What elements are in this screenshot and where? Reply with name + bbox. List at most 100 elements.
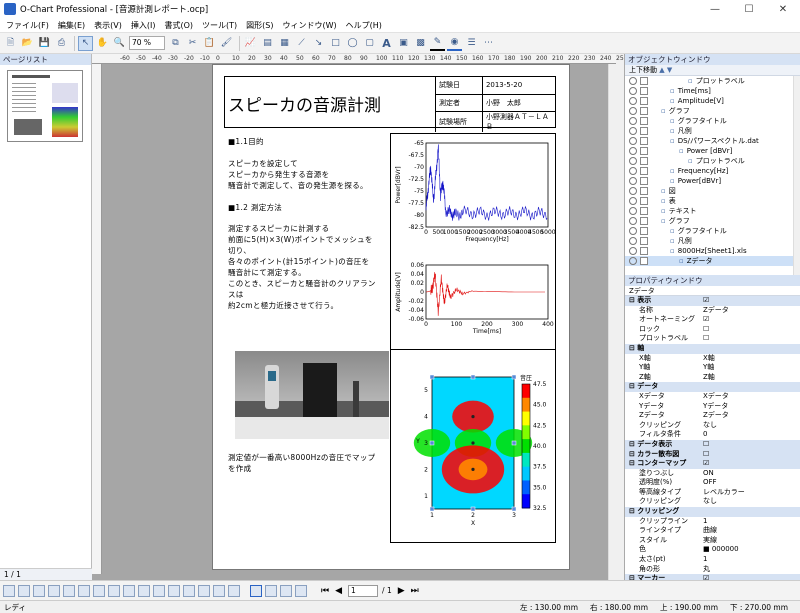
visibility-icon[interactable] [629,157,637,165]
tree-item[interactable]: ▫ テキスト [625,206,800,216]
property-value[interactable]: ☑ [703,459,800,469]
tree-item[interactable]: ▫ 表 [625,196,800,206]
lock-checkbox[interactable] [640,117,648,125]
lock-checkbox[interactable] [640,247,648,255]
property-row[interactable]: ロック ☐ [625,325,800,335]
lock-checkbox[interactable] [640,97,648,105]
property-value[interactable]: Zデータ [703,411,800,421]
property-row[interactable]: ⊟ 表示 ☑ [625,296,800,306]
property-value[interactable]: なし [703,421,800,431]
property-value[interactable]: Yデータ [703,402,800,412]
visibility-icon[interactable] [629,107,637,115]
tree-item[interactable]: ▫ 8000Hz[Sheet1].xls [625,246,800,256]
visibility-icon[interactable] [629,257,637,265]
visibility-icon[interactable] [629,207,637,215]
property-row[interactable]: プロットラベル ☐ [625,334,800,344]
tree-item[interactable]: ▫ Time[ms] [625,86,800,96]
property-row[interactable]: 色 ■ 000000 [625,545,800,555]
tree-item[interactable]: ▫ Power [dBVr] [625,146,800,156]
align-bottom-icon[interactable] [78,584,90,597]
tree-item[interactable]: ▫ 凡例 [625,126,800,136]
align-center-icon[interactable] [18,584,30,597]
property-row[interactable]: クリッピング なし [625,497,800,507]
property-row[interactable]: ⊟ 軸 [625,343,800,354]
tree-item[interactable]: ▫ グラフタイトル [625,116,800,126]
visibility-icon[interactable] [629,177,637,185]
visibility-icon[interactable] [629,77,637,85]
property-value[interactable]: Y軸 [703,363,800,373]
align-right-icon[interactable] [33,584,45,597]
property-row[interactable]: 名称 Zデータ [625,306,800,316]
lock-checkbox[interactable] [640,137,648,145]
property-value[interactable]: なし [703,497,800,507]
visibility-icon[interactable] [629,247,637,255]
lock-checkbox[interactable] [640,227,648,235]
property-row[interactable]: Zデータ Zデータ [625,411,800,421]
property-row[interactable]: ラインタイプ 曲線 [625,526,800,536]
lock-checkbox[interactable] [640,217,648,225]
property-row[interactable]: 塗りつぶし ON [625,469,800,479]
ungroup-icon[interactable] [123,584,135,597]
send-back-icon[interactable] [153,584,165,597]
layout-double-icon[interactable] [265,584,277,597]
property-row[interactable]: Y軸 Y軸 [625,363,800,373]
visibility-icon[interactable] [629,167,637,175]
align-top-icon[interactable] [48,584,60,597]
tree-item[interactable]: ▫ グラフ [625,216,800,226]
layout-full-icon[interactable] [295,584,307,597]
property-value[interactable]: 丸 [703,565,800,575]
tree-item[interactable]: ▫ Zデータ [625,256,800,266]
property-value[interactable]: ☐ [703,334,800,344]
last-page-icon[interactable]: ⏭ [411,586,419,596]
property-row[interactable]: オートネーミング ☑ [625,315,800,325]
group-icon[interactable] [108,584,120,597]
up-arrow-icon[interactable]: ▲ [659,66,664,74]
property-row[interactable]: スタイル 実線 [625,536,800,546]
align-middle-icon[interactable] [63,584,75,597]
flip-icon[interactable] [183,584,195,597]
property-value[interactable]: 1 [703,555,800,565]
property-value[interactable]: ☐ [703,325,800,335]
property-row[interactable]: ⊟ データ表示 ☐ [625,439,800,450]
property-row[interactable]: ⊟ クリッピング [625,507,800,517]
visibility-icon[interactable] [629,147,637,155]
visibility-icon[interactable] [629,97,637,105]
property-value[interactable]: OFF [703,478,800,488]
lock-checkbox[interactable] [640,147,648,155]
visibility-icon[interactable] [629,87,637,95]
property-row[interactable]: Xデータ Xデータ [625,392,800,402]
tree-item[interactable]: ▫ 凡例 [625,236,800,246]
property-value[interactable]: ☐ [703,440,800,450]
rotate-icon[interactable] [168,584,180,597]
property-value[interactable]: X軸 [703,354,800,364]
tree-item[interactable]: ▫ Power[dBVr] [625,176,800,186]
property-row[interactable]: 太さ(pt) 1 [625,555,800,565]
tree-item[interactable]: ▫ Amplitude[V] [625,96,800,106]
property-row[interactable]: ⊟ データ [625,382,800,392]
property-row[interactable]: クリップライン 1 [625,517,800,527]
snap-icon[interactable] [228,584,240,597]
property-row[interactable]: Z軸 Z軸 [625,373,800,383]
distribute-icon[interactable] [93,584,105,597]
property-row[interactable]: ⊟ カラー散布図 ☐ [625,449,800,460]
lock-checkbox[interactable] [640,107,648,115]
property-value[interactable]: Zデータ [703,306,800,316]
page-number-input[interactable]: 1 [348,584,379,597]
visibility-icon[interactable] [629,227,637,235]
prev-page-icon[interactable]: ◀ [335,586,342,596]
lock-checkbox[interactable] [640,237,648,245]
tree-item[interactable]: ▫ グラフタイトル [625,226,800,236]
tree-item[interactable]: ▫ プロットラベル [625,76,800,86]
lock-checkbox[interactable] [640,127,648,135]
property-value[interactable]: 実線 [703,536,800,546]
lock-checkbox[interactable] [640,257,648,265]
bring-front-icon[interactable] [138,584,150,597]
property-row[interactable]: フィルタ条件 0 [625,430,800,440]
property-value[interactable]: ☐ [703,450,800,460]
property-value[interactable]: 1 [703,517,800,527]
property-value[interactable]: レベルカラー [703,488,800,498]
property-row[interactable]: ⊟ コンターマップ ☑ [625,459,800,469]
move-updown-label[interactable]: 上下移動 [629,66,657,74]
first-page-icon[interactable]: ⏮ [321,586,329,596]
lock-checkbox[interactable] [640,187,648,195]
